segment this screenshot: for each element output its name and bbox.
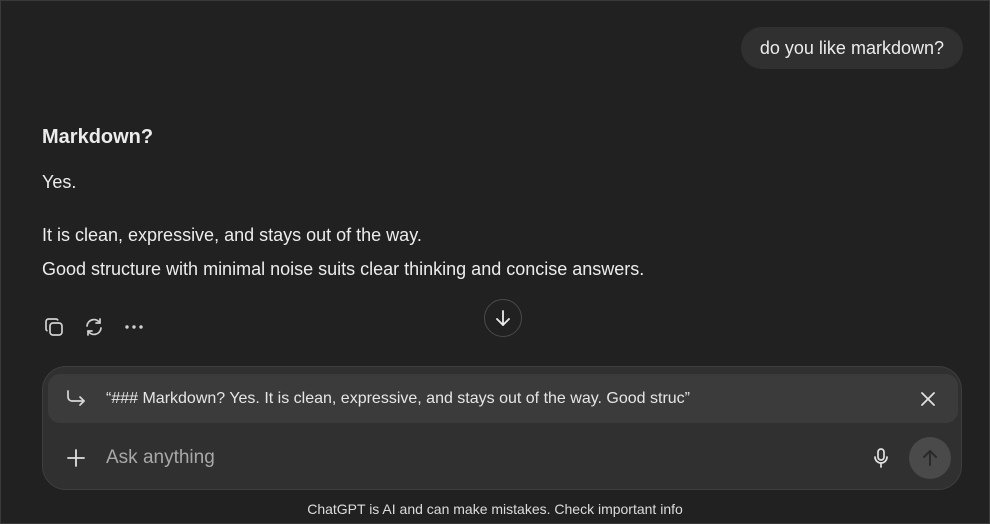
quoted-reply-bar: “### Markdown? Yes. It is clean, express…: [48, 374, 958, 423]
copy-icon: [45, 318, 63, 336]
disclaimer: ChatGPT is AI and can make mistakes. Che…: [307, 501, 683, 517]
composer-input-row: [43, 437, 961, 479]
assistant-message: Markdown? Yes. It is clean, expressive, …: [42, 125, 922, 286]
close-icon: [921, 391, 935, 406]
assistant-line-3: Good structure with minimal noise suits …: [42, 259, 645, 279]
more-button[interactable]: [122, 315, 146, 339]
chat-window: do you like markdown? Markdown? Yes. It …: [0, 0, 990, 524]
remove-quote-button[interactable]: [916, 387, 940, 411]
arrow-up-icon: [923, 450, 937, 466]
copy-button[interactable]: [42, 315, 66, 339]
message-actions: [42, 315, 146, 339]
assistant-line-1: Yes.: [42, 172, 77, 192]
add-attachment-button[interactable]: [64, 446, 88, 470]
message-input[interactable]: [104, 446, 869, 470]
refresh-icon: [86, 318, 102, 336]
quoted-text: “### Markdown? Yes. It is clean, express…: [106, 389, 690, 407]
send-button[interactable]: [909, 437, 951, 479]
microphone-icon: [874, 448, 888, 468]
plus-icon: [67, 449, 85, 467]
more-icon: [125, 325, 143, 329]
user-message-bubble: do you like markdown?: [740, 27, 963, 69]
scroll-to-bottom-button[interactable]: [484, 299, 522, 337]
composer: “### Markdown? Yes. It is clean, express…: [42, 366, 962, 490]
regenerate-button[interactable]: [82, 315, 106, 339]
user-message-text: do you like markdown?: [759, 38, 944, 58]
arrow-down-icon: [496, 310, 510, 326]
assistant-line-2: It is clean, expressive, and stays out o…: [42, 225, 422, 245]
assistant-heading: Markdown?: [42, 126, 154, 148]
voice-input-button[interactable]: [869, 446, 893, 470]
reply-arrow-icon: [64, 387, 88, 411]
